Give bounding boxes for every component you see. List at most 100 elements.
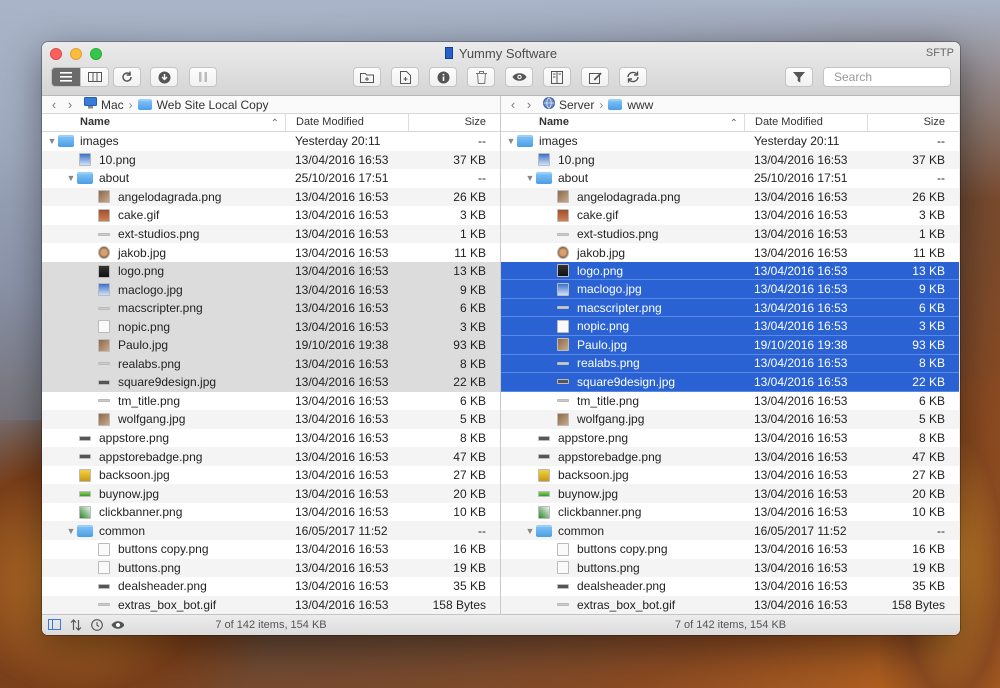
disclosure-triangle-icon[interactable]: ▼ — [46, 136, 58, 146]
search-input[interactable] — [823, 67, 951, 87]
back-arrow-icon[interactable]: ‹ — [505, 97, 521, 112]
file-row[interactable]: backsoon.jpg 13/04/2016 16:53 27 KB — [42, 466, 500, 485]
breadcrumb-www[interactable]: www — [627, 98, 653, 112]
file-row[interactable]: extras_box_bot.gif 13/04/2016 16:53 158 By… — [501, 595, 959, 615]
file-row[interactable]: jakob.jpg 13/04/2016 16:53 11 KB — [42, 243, 500, 262]
date-modified-cell: 13/04/2016 16:53 — [295, 393, 389, 408]
breadcrumb-web-site-local-copy[interactable]: Web Site Local Copy — [157, 98, 269, 112]
refresh-button[interactable] — [113, 67, 141, 87]
file-row[interactable]: extras_box_bot.gif 13/04/2016 16:53 158 By… — [42, 595, 500, 615]
file-row[interactable]: angelodagrada.png 13/04/2016 16:53 26 KB — [501, 187, 959, 207]
file-row[interactable]: square9design.jpg 13/04/2016 16:53 22 KB — [42, 373, 500, 392]
filter-button[interactable] — [785, 67, 813, 87]
column-view-button[interactable] — [80, 68, 108, 86]
file-row[interactable]: wolfgang.jpg 13/04/2016 16:53 5 KB — [501, 410, 959, 429]
folder-row[interactable]: ▼ about 25/10/2016 17:51 -- — [501, 169, 959, 188]
size-column-header[interactable]: Size — [408, 114, 500, 131]
compare-button[interactable] — [543, 67, 571, 87]
folder-icon — [536, 172, 552, 185]
file-row[interactable]: cake.gif 13/04/2016 16:53 3 KB — [501, 206, 959, 225]
folder-row[interactable]: ▼ common 16/05/2017 11:52 -- — [501, 521, 959, 541]
size-column-header[interactable]: Size — [867, 114, 959, 131]
disclosure-triangle-icon[interactable]: ▼ — [524, 526, 536, 536]
file-row[interactable]: tm_title.png 13/04/2016 16:53 6 KB — [42, 392, 500, 411]
file-row[interactable]: maclogo.jpg 13/04/2016 16:53 9 KB — [42, 280, 500, 299]
file-row[interactable]: buttons.png 13/04/2016 16:53 19 KB — [501, 558, 959, 578]
disclosure-triangle-icon[interactable]: ▼ — [505, 136, 517, 146]
file-row[interactable]: square9design.jpg 13/04/2016 16:53 22 KB — [501, 373, 959, 392]
date-modified-cell: 25/10/2016 17:51 — [295, 171, 389, 186]
file-row[interactable]: dealsheader.png 13/04/2016 16:53 35 KB — [501, 577, 959, 596]
file-row[interactable]: clickbanner.png 13/04/2016 16:53 10 KB — [501, 503, 959, 522]
file-row[interactable]: nopic.png 13/04/2016 16:53 3 KB — [501, 317, 959, 337]
file-row[interactable]: realabs.png 13/04/2016 16:53 8 KB — [501, 354, 959, 374]
forward-arrow-icon[interactable]: › — [521, 97, 537, 112]
folder-row[interactable]: ▼ common 16/05/2017 11:52 -- — [42, 521, 500, 541]
breadcrumb-server[interactable]: Server — [559, 98, 594, 112]
file-row[interactable]: backsoon.jpg 13/04/2016 16:53 27 KB — [501, 466, 959, 485]
delete-button[interactable] — [467, 67, 495, 87]
file-row[interactable]: realabs.png 13/04/2016 16:53 8 KB — [42, 354, 500, 374]
forward-arrow-icon[interactable]: › — [62, 97, 78, 112]
file-row[interactable]: 10.png 13/04/2016 16:53 37 KB — [42, 150, 500, 170]
file-row[interactable]: angelodagrada.png 13/04/2016 16:53 26 KB — [42, 187, 500, 207]
file-name-cell: tm_title.png — [501, 394, 744, 408]
file-row[interactable]: Paulo.jpg 19/10/2016 19:38 93 KB — [42, 336, 500, 355]
file-row[interactable]: buttons copy.png 13/04/2016 16:53 16 KB — [501, 540, 959, 559]
sync-button[interactable] — [619, 67, 647, 87]
file-name-cell: nopic.png — [501, 319, 744, 333]
file-row[interactable]: macscripter.png 13/04/2016 16:53 6 KB — [501, 298, 959, 318]
file-row[interactable]: 10.png 13/04/2016 16:53 37 KB — [501, 150, 959, 170]
name-column-header[interactable]: Name ⌃ — [501, 114, 744, 131]
file-row[interactable]: appstore.png 13/04/2016 16:53 8 KB — [501, 429, 959, 448]
file-name-label: images — [539, 134, 578, 149]
file-name-label: ext-studios.png — [577, 227, 659, 241]
new-file-button[interactable] — [391, 67, 419, 87]
file-row[interactable]: maclogo.jpg 13/04/2016 16:53 9 KB — [501, 280, 959, 299]
edit-button[interactable] — [581, 67, 609, 87]
file-row[interactable]: buynow.jpg 13/04/2016 16:53 20 KB — [501, 484, 959, 503]
file-row[interactable]: ext-studios.png 13/04/2016 16:53 1 KB — [42, 224, 500, 244]
file-row[interactable]: appstore.png 13/04/2016 16:53 8 KB — [42, 429, 500, 448]
folder-row[interactable]: ▼ images Yesterday 20:11 -- — [42, 132, 500, 151]
file-row[interactable]: buynow.jpg 13/04/2016 16:53 20 KB — [42, 484, 500, 503]
date-modified-cell: 13/04/2016 16:53 — [295, 468, 389, 483]
file-name-label: buttons copy.png — [118, 542, 209, 557]
download-button[interactable] — [150, 67, 178, 87]
disclosure-triangle-icon[interactable]: ▼ — [524, 173, 536, 183]
file-row[interactable]: ext-studios.png 13/04/2016 16:53 1 KB — [501, 224, 959, 244]
list-view-button[interactable] — [52, 68, 80, 86]
file-row[interactable]: buttons.png 13/04/2016 16:53 19 KB — [42, 558, 500, 578]
folder-row[interactable]: ▼ images Yesterday 20:11 -- — [501, 132, 959, 151]
folder-icon — [608, 99, 623, 110]
disclosure-triangle-icon[interactable]: ▼ — [65, 173, 77, 183]
file-name-label: cake.gif — [118, 208, 160, 223]
folder-row[interactable]: ▼ about 25/10/2016 17:51 -- — [42, 169, 500, 188]
back-arrow-icon[interactable]: ‹ — [46, 97, 62, 112]
name-column-header[interactable]: Name ⌃ — [42, 114, 285, 131]
file-row[interactable]: wolfgang.jpg 13/04/2016 16:53 5 KB — [42, 410, 500, 429]
breadcrumb-mac[interactable]: Mac — [101, 98, 124, 112]
date-column-header[interactable]: Date Modified — [744, 114, 867, 131]
file-row[interactable]: dealsheader.png 13/04/2016 16:53 35 KB — [42, 577, 500, 596]
info-button[interactable] — [429, 67, 457, 87]
preview-button[interactable] — [505, 67, 533, 87]
file-row[interactable]: nopic.png 13/04/2016 16:53 3 KB — [42, 317, 500, 337]
file-row[interactable]: appstorebadge.png 13/04/2016 16:53 47 KB — [42, 447, 500, 466]
file-row[interactable]: appstorebadge.png 13/04/2016 16:53 47 KB — [501, 447, 959, 466]
file-row[interactable]: Paulo.jpg 19/10/2016 19:38 93 KB — [501, 336, 959, 355]
file-row[interactable]: logo.png 13/04/2016 16:53 13 KB — [501, 261, 959, 281]
file-row[interactable]: buttons copy.png 13/04/2016 16:53 16 KB — [42, 540, 500, 559]
file-name-label: cake.gif — [577, 208, 619, 223]
date-modified-cell: 13/04/2016 16:53 — [754, 468, 848, 483]
file-row[interactable]: clickbanner.png 13/04/2016 16:53 10 KB — [42, 503, 500, 522]
pause-button[interactable] — [189, 67, 217, 87]
file-row[interactable]: jakob.jpg 13/04/2016 16:53 11 KB — [501, 243, 959, 262]
file-row[interactable]: logo.png 13/04/2016 16:53 13 KB — [42, 261, 500, 281]
file-row[interactable]: tm_title.png 13/04/2016 16:53 6 KB — [501, 392, 959, 411]
file-row[interactable]: macscripter.png 13/04/2016 16:53 6 KB — [42, 298, 500, 318]
file-row[interactable]: cake.gif 13/04/2016 16:53 3 KB — [42, 206, 500, 225]
date-column-header[interactable]: Date Modified — [285, 114, 408, 131]
new-folder-button[interactable] — [353, 67, 381, 87]
disclosure-triangle-icon[interactable]: ▼ — [65, 526, 77, 536]
